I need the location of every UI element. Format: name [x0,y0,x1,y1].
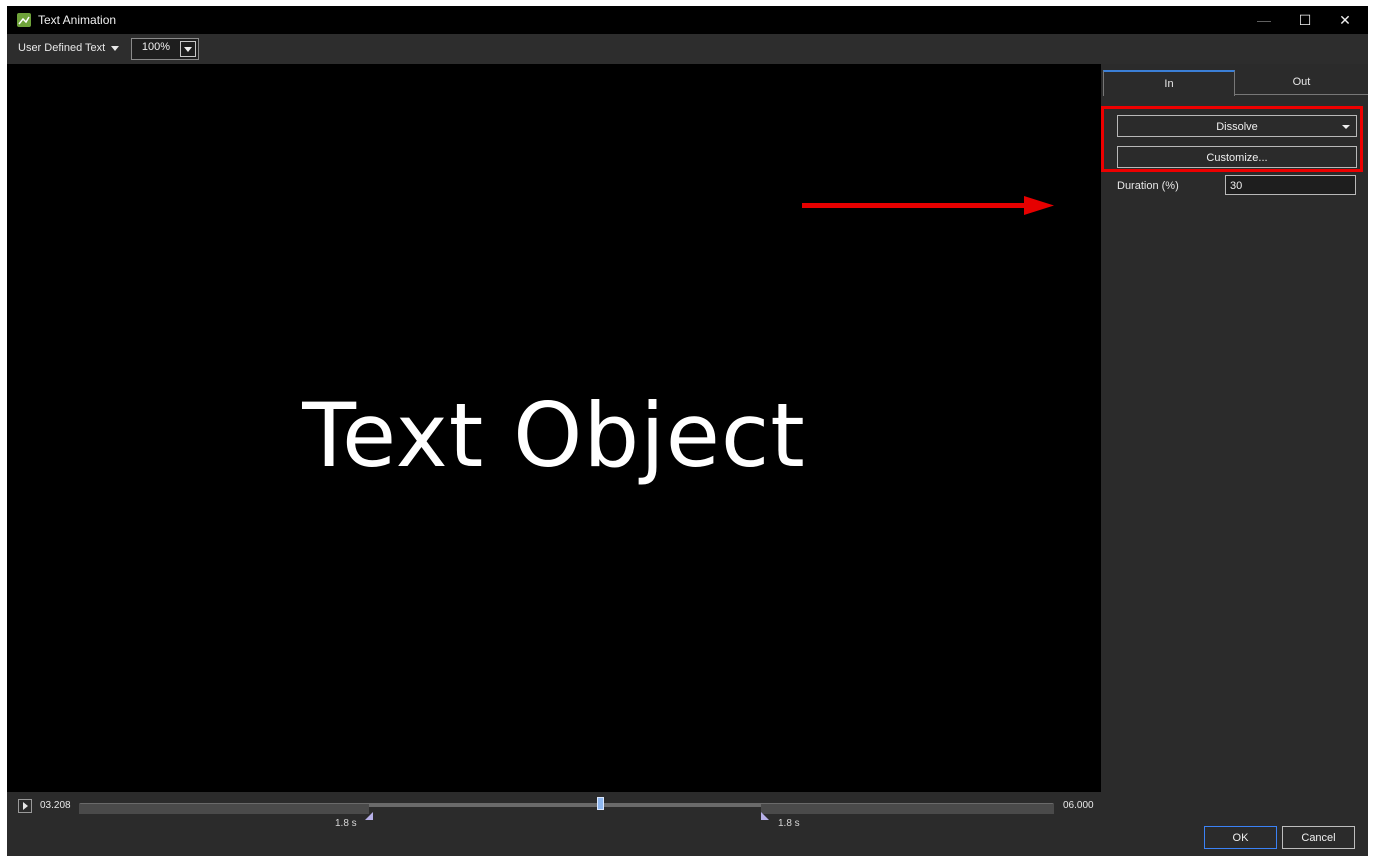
tab-in[interactable]: In [1103,70,1235,96]
zoom-dropdown-button[interactable] [180,41,196,57]
text-animation-window: Text Animation — ☐ ✕ User Defined Text 1… [7,6,1368,856]
text-source-label: User Defined Text [18,42,106,54]
chevron-down-icon [111,45,120,51]
zoom-value: 100% [141,41,171,53]
title-bar: Text Animation — ☐ ✕ [7,6,1368,34]
close-button[interactable]: ✕ [1325,6,1365,34]
window-title: Text Animation [38,13,117,27]
play-button[interactable] [18,799,32,813]
cancel-button[interactable]: Cancel [1282,826,1355,849]
preview-text-object[interactable]: Text Object [7,384,1101,487]
in-duration-label: 1.8 s [335,818,357,829]
duration-label: Duration (%) [1117,180,1179,192]
out-duration-label: 1.8 s [778,818,800,829]
animation-range-band [79,804,1054,814]
in-out-tabs: In Out [1103,70,1368,96]
dialog-footer: OK Cancel [7,818,1368,856]
preview-canvas: Text Object [7,64,1101,792]
toolbar: User Defined Text 100% [7,34,1368,64]
red-arrow-annotation [802,196,1054,215]
out-range-segment [761,804,1054,814]
text-source-dropdown[interactable]: User Defined Text [18,42,120,54]
out-marker-handle[interactable] [761,812,769,820]
minimize-button[interactable]: — [1244,6,1284,34]
tab-out[interactable]: Out [1235,70,1368,95]
ok-button[interactable]: OK [1204,826,1277,849]
customize-button[interactable]: Customize... [1117,146,1357,168]
maximize-button[interactable]: ☐ [1285,6,1325,34]
app-icon [17,13,31,27]
current-time: 03.208 [40,800,71,811]
zoom-select[interactable]: 100% [131,38,199,60]
effects-panel: In Out Dissolve Customize... Duration (%… [1101,64,1368,816]
effect-dropdown[interactable]: Dissolve [1117,115,1357,137]
in-range-segment [79,804,369,814]
end-time: 06.000 [1063,800,1094,811]
in-marker-handle[interactable] [365,812,373,820]
duration-input[interactable]: 30 [1225,175,1356,195]
